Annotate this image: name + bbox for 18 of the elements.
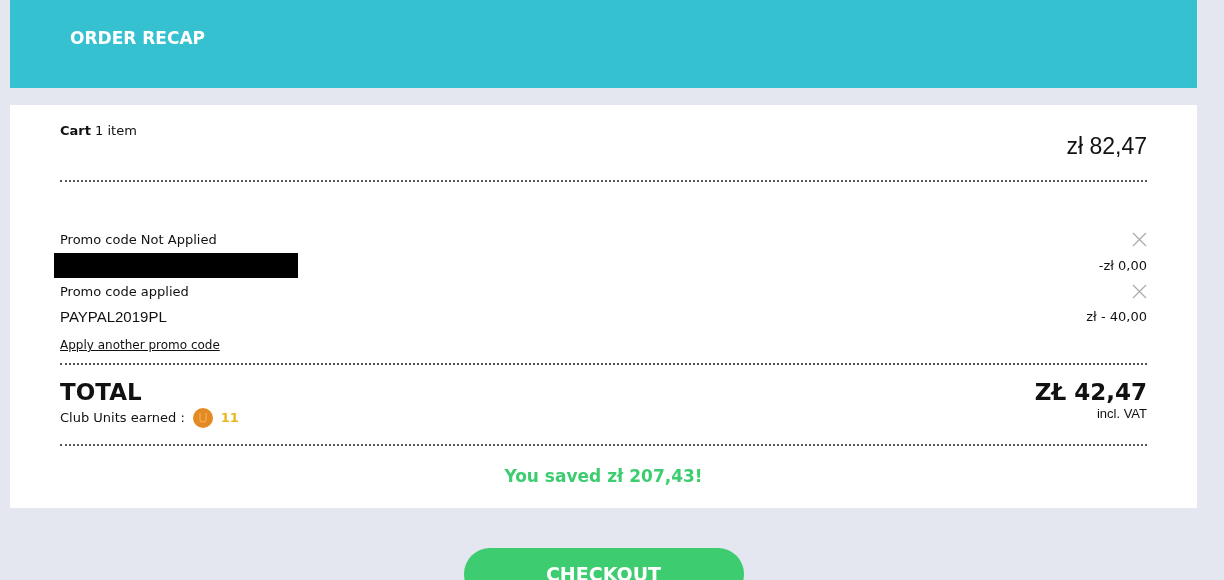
club-units-count: 11 [220, 408, 239, 427]
apply-promo-link[interactable]: Apply another promo code [60, 336, 220, 354]
promo-amount: -zł 0,00 [1098, 256, 1147, 275]
promo-code: PAYPAL2019PL [60, 306, 167, 327]
cart-label: Cart 1 item [60, 122, 137, 140]
promo-amount: zł - 40,00 [1086, 308, 1147, 326]
close-icon[interactable] [1132, 231, 1147, 247]
total-amount: ZŁ 42,47 [1034, 380, 1147, 404]
club-units-label: Club Units earned : [60, 408, 185, 427]
total-label: TOTAL [60, 380, 143, 404]
close-icon[interactable] [1132, 284, 1147, 300]
page-title: ORDER RECAP [70, 28, 206, 48]
coin-icon [192, 407, 213, 428]
promo-label: Promo code Not Applied [60, 230, 217, 249]
cart-amount: zł 82,47 [1066, 132, 1147, 161]
vat-note: incl. VAT [1095, 404, 1147, 423]
savings-message: You saved zł 207,43! [504, 465, 703, 486]
promo-label: Promo code applied [60, 283, 189, 301]
